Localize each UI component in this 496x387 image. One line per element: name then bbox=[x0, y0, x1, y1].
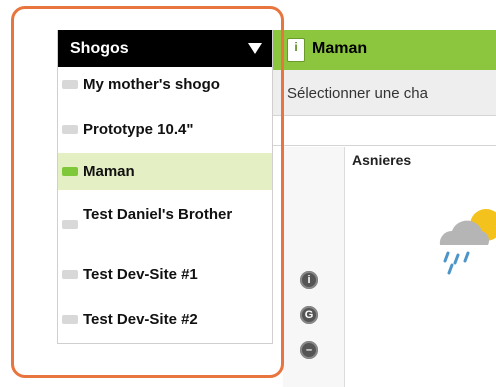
sidebar-header[interactable]: Shogos bbox=[58, 30, 272, 67]
status-indicator-icon bbox=[62, 315, 78, 324]
sidebar-item-test-daniels-brother[interactable]: Test Daniel's Brother bbox=[58, 202, 272, 250]
sidebar-item-label: Test Dev-Site #2 bbox=[83, 311, 198, 328]
sidebar-item-label: Prototype 10.4" bbox=[83, 121, 194, 138]
divider bbox=[272, 145, 496, 146]
status-indicator-icon bbox=[62, 167, 78, 176]
status-indicator-icon bbox=[62, 80, 78, 89]
dropdown-arrow-icon[interactable] bbox=[248, 43, 262, 54]
sidebar-title: Shogos bbox=[70, 39, 129, 57]
status-indicator-icon bbox=[62, 220, 78, 229]
channel-title: Maman bbox=[312, 40, 368, 57]
sidebar-item-label: My mother's shogo bbox=[83, 76, 220, 93]
channel-header: i Maman bbox=[272, 30, 496, 70]
info-icon[interactable]: i bbox=[300, 271, 318, 289]
status-indicator-icon bbox=[62, 125, 78, 134]
channel-select-label[interactable]: Sélectionner une cha bbox=[287, 85, 428, 102]
status-indicator-icon bbox=[62, 270, 78, 279]
remove-icon[interactable]: – bbox=[300, 341, 318, 359]
sidebar-item-label: Maman bbox=[83, 163, 135, 180]
channel-select-bar[interactable]: Sélectionner une cha bbox=[272, 70, 496, 116]
sidebar-item-test-dev-site-1[interactable]: Test Dev-Site #1 bbox=[58, 257, 272, 292]
weather-location: Asnieres bbox=[352, 152, 412, 168]
refresh-icon[interactable]: G bbox=[300, 306, 318, 324]
sidebar-item-label: Test Dev-Site #1 bbox=[83, 266, 198, 283]
shogo-sidebar: Shogos My mother's shogo Prototype 10.4"… bbox=[57, 30, 273, 344]
sidebar-item-my-mothers-shogo[interactable]: My mother's shogo bbox=[58, 67, 272, 102]
sidebar-item-prototype[interactable]: Prototype 10.4" bbox=[58, 112, 272, 147]
sidebar-item-label: Test Daniel's Brother bbox=[83, 206, 233, 223]
shogo-device-icon: i bbox=[287, 38, 305, 62]
weather-rain-icon bbox=[439, 209, 496, 275]
sidebar-item-test-dev-site-2[interactable]: Test Dev-Site #2 bbox=[58, 302, 272, 337]
sidebar-item-maman[interactable]: Maman bbox=[58, 153, 272, 190]
